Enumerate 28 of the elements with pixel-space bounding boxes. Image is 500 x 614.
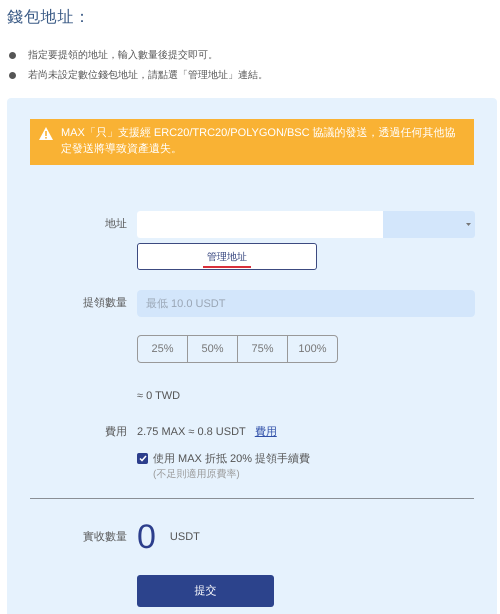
fee-label: 費用 <box>105 425 127 440</box>
received-unit: USDT <box>170 530 200 545</box>
manage-address-button[interactable]: 管理地址 <box>137 243 317 270</box>
warning-text: MAX「只」支援經 ERC20/TRC20/POLYGON/BSC 協議的發送，透過任何其他協定發送將導致資產遺失。 <box>61 126 457 157</box>
percent-button[interactable]: 25% <box>137 335 188 363</box>
bullet-icon <box>9 52 16 59</box>
section-heading: 錢包地址： <box>7 8 92 28</box>
fee-link[interactable]: 費用 <box>254 424 277 440</box>
submit-button[interactable]: 提交 <box>137 575 274 607</box>
twd-estimate: ≈ 0 TWD <box>137 390 180 402</box>
note-text: 若尚未設定數位錢包地址，請點選「管理地址」連結。 <box>28 68 268 83</box>
discount-hint: (不足則適用原費率) <box>153 468 241 482</box>
discount-label: 使用 MAX 折抵 20% 提領手續費 <box>153 452 310 466</box>
percent-button[interactable]: 50% <box>187 335 238 363</box>
check-icon <box>138 454 146 462</box>
caret-icon <box>466 223 471 226</box>
discount-checkbox[interactable] <box>137 452 148 464</box>
amount-field[interactable]: 最低 10.0 USDT <box>137 290 475 317</box>
amount-label: 提領數量 <box>83 296 127 312</box>
percent-button[interactable]: 100% <box>287 335 338 363</box>
received-label: 實收數量 <box>83 530 127 545</box>
fee-value: 2.75 MAX ≈ 0.8 USDT <box>137 425 246 440</box>
received-value: 0 <box>137 517 156 557</box>
address-label: 地址 <box>105 217 127 232</box>
bullet-icon <box>9 72 16 79</box>
percent-button[interactable]: 75% <box>237 335 288 363</box>
note-text: 指定要提領的地址，輸入數量後提交即可。 <box>28 48 218 63</box>
warning-icon <box>39 127 53 140</box>
